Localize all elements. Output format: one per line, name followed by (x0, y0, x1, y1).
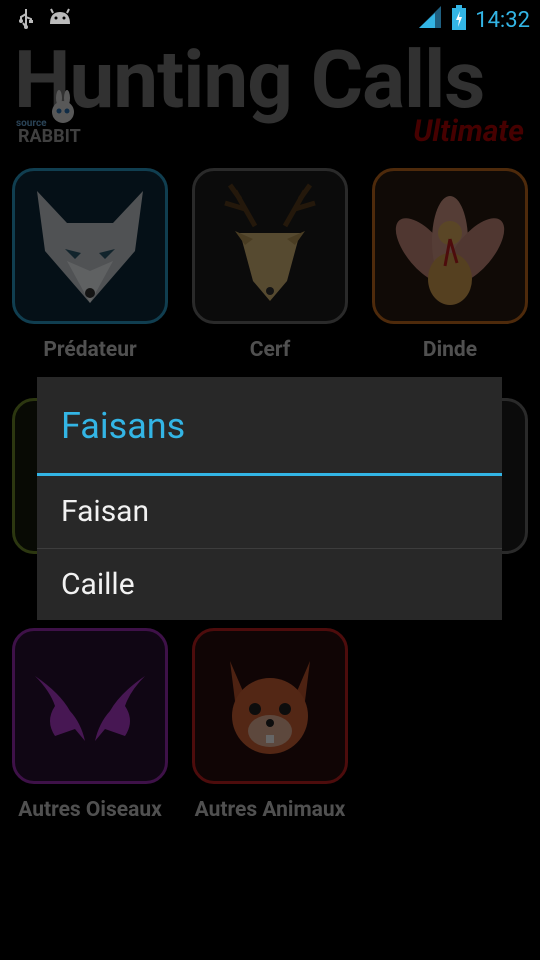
label-predator: Prédateur (43, 338, 137, 362)
logo-rabbit-text: RABBIT (18, 126, 81, 147)
category-other-animals[interactable] (192, 628, 348, 784)
label-deer: Cerf (249, 338, 291, 362)
category-predator[interactable] (12, 168, 168, 324)
label-other-animals: Autres Animaux (194, 798, 346, 822)
dialog-option-label: Caille (61, 567, 135, 602)
category-other-birds[interactable] (12, 628, 168, 784)
fox-icon (37, 191, 143, 303)
squirrel-icon (230, 661, 310, 754)
category-turkey[interactable] (372, 168, 528, 324)
dialog-option-caille[interactable]: Caille (37, 549, 502, 621)
dialog-option-label: Faisan (61, 494, 150, 529)
turkey-icon (395, 196, 505, 305)
dialog-title: Faisans (61, 405, 186, 447)
rabbit-logo-icon (52, 90, 74, 123)
deer-icon (224, 183, 316, 301)
app-subtitle: Ultimate (413, 114, 524, 149)
label-turkey: Dinde (422, 338, 478, 362)
dialog-option-faisan[interactable]: Faisan (37, 476, 502, 548)
doves-icon (35, 676, 145, 741)
label-other-birds: Autres Oiseaux (18, 798, 162, 822)
brand-logo: source RABBIT (16, 90, 86, 150)
selection-dialog: Faisans Faisan Caille (37, 377, 502, 620)
category-deer[interactable] (192, 168, 348, 324)
